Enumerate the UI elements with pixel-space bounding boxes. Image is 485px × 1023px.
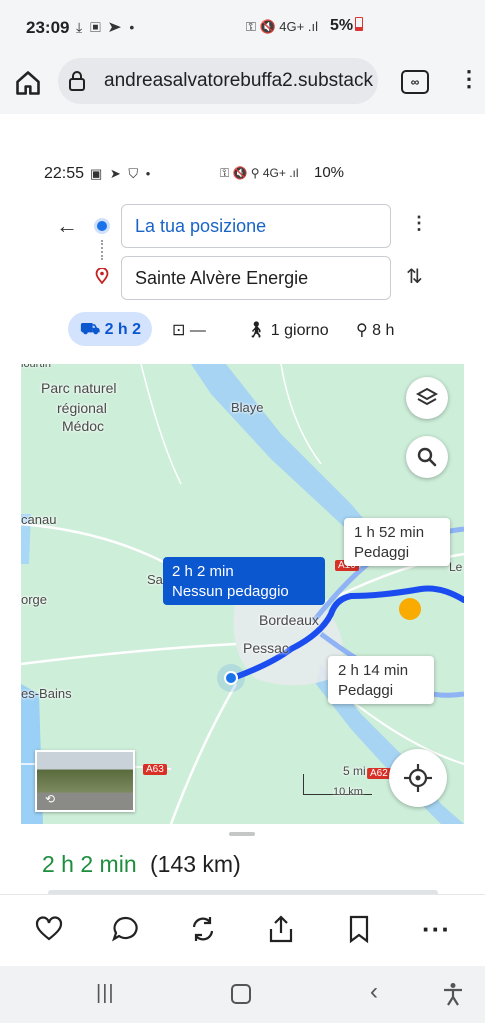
origin-dot-icon <box>97 221 107 231</box>
bookmark-icon[interactable] <box>344 914 374 944</box>
mode-walk-label: 1 giorno <box>270 322 329 339</box>
origin-field[interactable]: La tua posizione <box>121 204 391 248</box>
mode-car-label: 2 h 2 <box>104 321 142 338</box>
map-label-pessac: Pessac <box>243 640 289 656</box>
layers-button[interactable] <box>406 377 448 419</box>
mode-transit-label: — <box>189 322 206 339</box>
inner-battery: 10% <box>314 164 345 181</box>
map-label-parc: Parc naturel <box>41 380 117 396</box>
map-label-bains: es-Bains <box>21 686 72 701</box>
comment-icon[interactable] <box>110 914 140 944</box>
map-label-bordeaux: Bordeaux <box>259 612 319 628</box>
transit-icon: ⊡ <box>172 322 190 339</box>
mode-transit[interactable]: ⊡ — <box>172 320 206 340</box>
more-icon[interactable]: ··· <box>422 914 451 945</box>
battery-icon <box>355 17 364 31</box>
route-main-time: 2 h 2 min <box>172 563 234 580</box>
map-label-blaye: Blaye <box>231 400 264 415</box>
map-label-lacanau: canau <box>21 512 57 527</box>
back-nav-icon[interactable]: ‹ <box>370 978 378 1006</box>
heart-icon[interactable] <box>34 914 64 944</box>
destination-pin-icon <box>95 268 109 284</box>
accessibility-icon[interactable] <box>442 982 464 1006</box>
map-label-sa: Sa <box>147 572 163 587</box>
route-main-note: Nessun pedaggio <box>172 583 289 600</box>
status-time: 23:09 <box>26 18 70 37</box>
inner-status-time: 22:55 <box>44 165 85 182</box>
battery-percent: 5% <box>330 17 354 34</box>
destination-text: Sainte Alvère Energie <box>135 268 309 288</box>
status-battery: 5% <box>330 17 364 35</box>
crosshair-icon <box>404 764 432 792</box>
mode-walk[interactable]: 🚶︎ 1 giorno <box>246 320 329 340</box>
walk-icon: 🚶︎ <box>246 322 271 339</box>
map-label-regional: régional <box>57 400 107 416</box>
mode-bike-label: 8 h <box>372 322 395 339</box>
mode-car[interactable]: ⛟ 2 h 2 <box>80 320 141 340</box>
url-text: andreasalvatorebuffa2.substack <box>104 70 373 91</box>
street-view-thumbnail[interactable]: ⟲ <box>35 750 135 812</box>
recents-icon[interactable]: ||| <box>96 982 115 1005</box>
my-location-button[interactable] <box>389 749 447 807</box>
route-connector <box>101 240 105 260</box>
map-label-medoc: Médoc <box>62 418 105 434</box>
status-system-icons: ⚿ 🔇 4G+ .ıl <box>246 19 318 34</box>
summary-distance: (143 km) <box>150 851 241 877</box>
browser-menu-icon[interactable]: ⋮ <box>458 66 480 92</box>
search-button[interactable] <box>406 436 448 478</box>
status-bar <box>0 0 485 56</box>
more-options-icon[interactable]: ⋮ <box>410 213 428 234</box>
road-shield-a63: A63 <box>143 764 167 775</box>
street-view-icon: ⟲ <box>45 792 56 806</box>
route-alt2-callout[interactable]: 2 h 14 min Pedaggi <box>328 656 434 704</box>
scale-km: 10 km <box>333 786 363 798</box>
map-label-orge: orge <box>21 592 48 607</box>
route-alt1-time: 1 h 52 min <box>354 524 425 541</box>
restack-icon[interactable] <box>188 914 218 944</box>
route-alt2-time: 2 h 14 min <box>338 662 409 679</box>
origin-text: La tua posizione <box>135 216 267 236</box>
tabs-button[interactable]: ∞ <box>401 70 429 94</box>
back-arrow-icon[interactable]: ← <box>56 213 78 239</box>
map[interactable]: Parc naturel régional Médoc lourtin Blay… <box>21 364 464 824</box>
home-icon[interactable] <box>14 69 42 97</box>
map-label-hourtin: lourtin <box>21 364 51 370</box>
status-notification-icons: ⤓ ▣ ➤ • <box>76 19 137 35</box>
route-alt2-note: Pedaggi <box>338 682 394 699</box>
mode-bike[interactable]: ⚲ 8 h <box>356 320 394 340</box>
bike-icon: ⚲ <box>356 322 373 339</box>
inner-system-icons: ⚿ 🔇 ⚲ 4G+ .ıl <box>220 166 299 180</box>
scale-miles: 5 mi <box>343 764 366 778</box>
route-alt1-note: Pedaggi <box>354 544 410 561</box>
lock-icon <box>69 71 85 91</box>
layers-icon <box>415 387 439 406</box>
car-icon: ⛟ <box>80 321 105 338</box>
map-label-le: Le <box>449 560 463 574</box>
url-bar[interactable]: andreasalvatorebuffa2.substack <box>58 58 378 104</box>
post-action-bar <box>0 894 485 967</box>
inner-status-icons: ▣ ➤ ⛉ • <box>90 166 153 181</box>
destination-field[interactable]: Sainte Alvère Energie <box>121 256 391 300</box>
route-alt1-callout[interactable]: 1 h 52 min Pedaggi <box>344 518 450 566</box>
share-icon[interactable] <box>266 914 296 944</box>
route-main-callout[interactable]: 2 h 2 min Nessun pedaggio <box>163 557 325 605</box>
search-icon <box>417 447 437 467</box>
swap-icon[interactable]: ⇅ <box>406 264 423 289</box>
sheet-drag-handle[interactable] <box>229 832 255 836</box>
home-nav-icon[interactable] <box>231 984 251 1004</box>
summary-duration: 2 h 2 min <box>42 851 137 877</box>
